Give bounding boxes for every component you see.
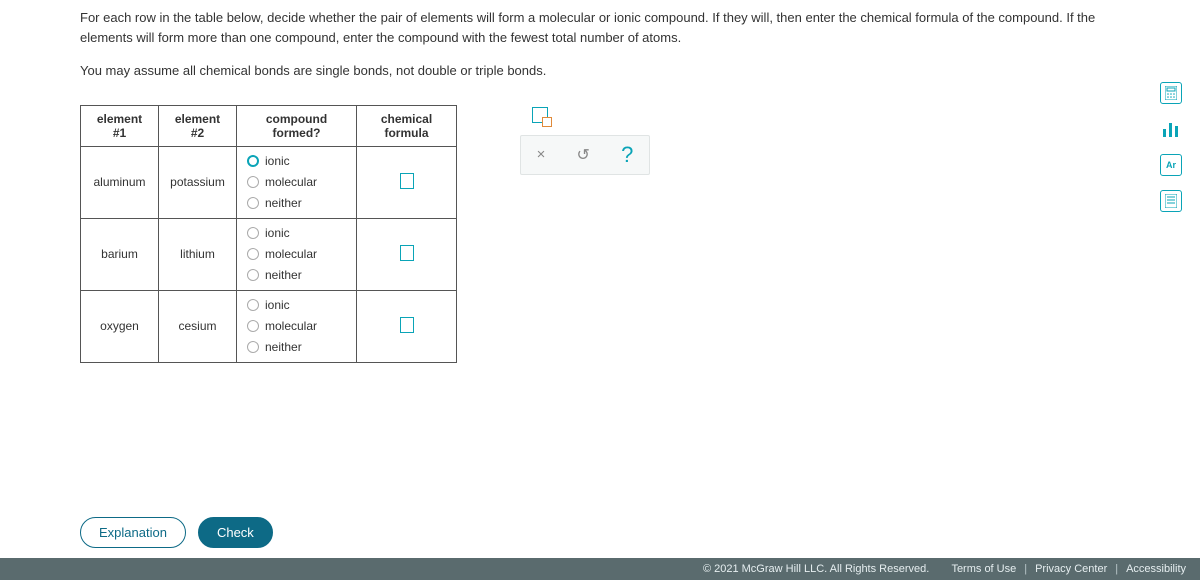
row1-radio-neither[interactable] bbox=[247, 197, 259, 209]
table-row: barium lithium ionic molecular neither bbox=[81, 218, 457, 290]
side-tools: Ar bbox=[1160, 82, 1182, 212]
compound-table: element #1 element #2 compound formed? c… bbox=[80, 105, 457, 363]
periodic-table-icon[interactable]: Ar bbox=[1160, 154, 1182, 176]
guide-icon[interactable] bbox=[1160, 190, 1182, 212]
row2-radio-neither[interactable] bbox=[247, 269, 259, 281]
clear-button[interactable]: × bbox=[537, 146, 546, 163]
footer-copyright: © 2021 McGraw Hill LLC. All Rights Reser… bbox=[703, 563, 929, 575]
row3-radio-ionic[interactable] bbox=[247, 299, 259, 311]
work-area: element #1 element #2 compound formed? c… bbox=[0, 95, 1200, 373]
footer-accessibility-link[interactable]: Accessibility bbox=[1126, 563, 1186, 575]
row1-formula-input[interactable] bbox=[400, 173, 414, 189]
row2-element2: lithium bbox=[159, 218, 237, 290]
radio-label: ionic bbox=[265, 226, 290, 240]
radio-label: ionic bbox=[265, 154, 290, 168]
bottom-bar: Explanation Check bbox=[0, 517, 1200, 558]
row1-formula-cell bbox=[357, 146, 457, 218]
radio-label: ionic bbox=[265, 298, 290, 312]
calculator-icon[interactable] bbox=[1160, 82, 1182, 104]
row1-compound-cell: ionic molecular neither bbox=[237, 146, 357, 218]
separator-icon: | bbox=[1115, 563, 1118, 575]
separator-icon: | bbox=[1024, 563, 1027, 575]
row3-element1: oxygen bbox=[81, 290, 159, 362]
row1-element2: potassium bbox=[159, 146, 237, 218]
row2-element1: barium bbox=[81, 218, 159, 290]
radio-label: molecular bbox=[265, 175, 317, 189]
col-formula: chemical formula bbox=[357, 105, 457, 146]
hint-toolbar: × ↺ ? bbox=[520, 135, 650, 175]
row3-radio-molecular[interactable] bbox=[247, 320, 259, 332]
row3-element2: cesium bbox=[159, 290, 237, 362]
footer-terms-link[interactable]: Terms of Use bbox=[951, 563, 1016, 575]
question-text: For each row in the table below, decide … bbox=[0, 0, 1200, 81]
footer-privacy-link[interactable]: Privacy Center bbox=[1035, 563, 1107, 575]
radio-label: molecular bbox=[265, 319, 317, 333]
radio-label: molecular bbox=[265, 247, 317, 261]
row2-formula-cell bbox=[357, 218, 457, 290]
row2-compound-cell: ionic molecular neither bbox=[237, 218, 357, 290]
radio-label: neither bbox=[265, 340, 302, 354]
row3-formula-input[interactable] bbox=[400, 317, 414, 333]
table-row: aluminum potassium ionic molecular neith… bbox=[81, 146, 457, 218]
subscript-tool-icon[interactable] bbox=[532, 107, 548, 123]
explanation-button[interactable]: Explanation bbox=[80, 517, 186, 548]
question-p1: For each row in the table below, decide … bbox=[80, 8, 1120, 47]
row3-compound-cell: ionic molecular neither bbox=[237, 290, 357, 362]
radio-label: neither bbox=[265, 268, 302, 282]
col-element-1: element #1 bbox=[81, 105, 159, 146]
row1-radio-molecular[interactable] bbox=[247, 176, 259, 188]
question-p2: You may assume all chemical bonds are si… bbox=[80, 61, 1120, 81]
row2-radio-molecular[interactable] bbox=[247, 248, 259, 260]
col-compound: compound formed? bbox=[237, 105, 357, 146]
col-element-2: element #2 bbox=[159, 105, 237, 146]
row2-formula-input[interactable] bbox=[400, 245, 414, 261]
table-row: oxygen cesium ionic molecular neither bbox=[81, 290, 457, 362]
help-button[interactable]: ? bbox=[621, 142, 633, 168]
check-button[interactable]: Check bbox=[198, 517, 273, 548]
row2-radio-ionic[interactable] bbox=[247, 227, 259, 239]
row1-element1: aluminum bbox=[81, 146, 159, 218]
row3-radio-neither[interactable] bbox=[247, 341, 259, 353]
radio-label: neither bbox=[265, 196, 302, 210]
reset-button[interactable]: ↺ bbox=[577, 145, 590, 165]
hint-top bbox=[520, 95, 650, 135]
row3-formula-cell bbox=[357, 290, 457, 362]
row1-radio-ionic[interactable] bbox=[247, 155, 259, 167]
hint-panel: × ↺ ? bbox=[520, 95, 650, 175]
bar-chart-icon[interactable] bbox=[1160, 118, 1182, 140]
footer: © 2021 McGraw Hill LLC. All Rights Reser… bbox=[0, 558, 1200, 580]
